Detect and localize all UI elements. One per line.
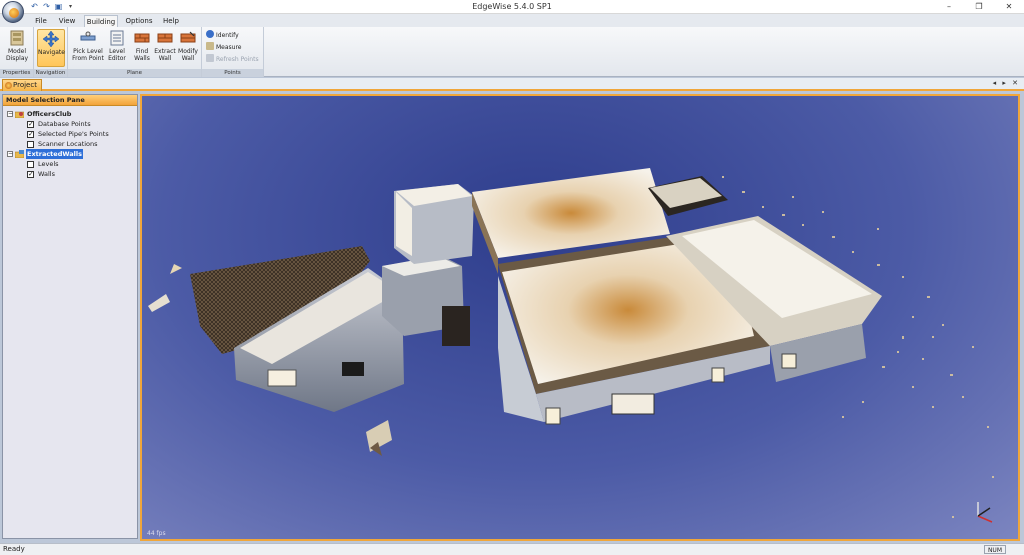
pick-level-icon <box>80 31 96 41</box>
minimize-button[interactable]: – <box>934 0 964 13</box>
measure-button[interactable]: Measure <box>206 42 242 53</box>
modify-wall-label-2: Wall <box>181 55 195 62</box>
checkbox-unchecked[interactable] <box>27 160 34 168</box>
checkbox-checked[interactable]: ✓ <box>27 170 34 178</box>
pick-level-label-2: From Point <box>72 55 104 62</box>
tree-label: Walls <box>38 170 55 178</box>
tree-label: Levels <box>38 160 59 168</box>
project-tab-label: Project <box>13 81 37 89</box>
restore-button[interactable]: ❐ <box>964 0 994 13</box>
collapse-icon[interactable]: − <box>7 151 13 157</box>
checkbox-checked[interactable]: ✓ <box>27 120 34 128</box>
tab-view[interactable]: View <box>56 15 78 27</box>
model-display-button[interactable]: Model Display <box>3 29 31 67</box>
tree-label: Selected Pipe's Points <box>38 130 109 138</box>
fps-counter: 44 fps <box>147 530 166 537</box>
close-button[interactable]: ✕ <box>994 0 1024 13</box>
tree-label: Database Points <box>38 120 91 128</box>
level-editor-button[interactable]: Level Editor <box>106 29 128 67</box>
tree-node-officersclub[interactable]: − OfficersClub <box>3 109 137 119</box>
modify-wall-icon <box>180 31 196 43</box>
identify-button[interactable]: Identify <box>206 30 239 41</box>
extract-wall-button[interactable]: Extract Wall <box>154 29 176 67</box>
model-display-icon <box>10 30 24 46</box>
level-editor-label-2: Editor <box>108 55 126 62</box>
extract-wall-label-1: Extract <box>154 48 176 55</box>
app-logo-icon <box>9 8 19 18</box>
model-display-label-2: Display <box>5 55 29 62</box>
window-title: EdgeWise 5.4.0 SP1 <box>472 2 552 11</box>
tree-node-selected-pipes-points[interactable]: ✓ Selected Pipe's Points <box>3 129 137 139</box>
checkbox-unchecked[interactable] <box>27 140 34 148</box>
group-plane: Pick Level From Point Level Editor Find … <box>68 27 202 77</box>
pick-level-label-1: Pick Level <box>73 48 103 55</box>
application-menu-button[interactable] <box>2 1 24 23</box>
axis-triad <box>977 502 993 523</box>
find-walls-button[interactable]: Find Walls <box>131 29 153 67</box>
tree-node-extractedwalls[interactable]: − ExtractedWalls <box>3 149 137 159</box>
group-label-plane: Plane <box>68 69 201 77</box>
tab-building[interactable]: Building <box>84 15 118 27</box>
tab-strip-controls[interactable]: ◂ ▸ ✕ <box>993 79 1020 87</box>
ruler-icon <box>206 42 214 50</box>
status-text: Ready <box>3 545 25 553</box>
extract-wall-label-2: Wall <box>158 55 172 62</box>
find-walls-label-2: Walls <box>134 55 150 62</box>
level-editor-icon <box>110 30 124 46</box>
find-walls-label-1: Find <box>135 48 149 55</box>
tree-label: ExtractedWalls <box>26 149 84 159</box>
refresh-points-label: Refresh Points <box>216 56 259 63</box>
tree-node-levels[interactable]: Levels <box>3 159 137 169</box>
title-bar: ↶ ↷ ▣ ▾ EdgeWise 5.4.0 SP1 – ❐ ✕ <box>0 0 1024 23</box>
document-tab-strip: Project ◂ ▸ ✕ <box>0 78 1024 91</box>
group-label-properties: Properties <box>0 69 33 77</box>
pane-title: Model Selection Pane <box>3 95 137 106</box>
tab-help[interactable]: Help <box>160 15 182 27</box>
modify-wall-button[interactable]: Modify Wall <box>177 29 199 67</box>
walls-folder-icon <box>15 150 24 158</box>
tree-label: OfficersClub <box>27 110 72 118</box>
database-folder-icon <box>15 111 24 118</box>
navigate-button[interactable]: Navigate <box>37 29 65 67</box>
project-icon <box>5 82 12 89</box>
status-bar: Ready NUM <box>0 543 1024 555</box>
measure-label: Measure <box>216 44 242 51</box>
navigate-arrows-icon <box>42 30 60 48</box>
info-icon <box>206 30 214 38</box>
tree-node-scanner-locations[interactable]: Scanner Locations <box>3 139 137 149</box>
navigate-label: Navigate <box>38 49 65 56</box>
refresh-points-button[interactable]: Refresh Points <box>206 54 259 65</box>
group-properties: Model Display Properties <box>0 27 34 77</box>
num-lock-indicator: NUM <box>983 545 1006 554</box>
3d-viewport[interactable]: 44 fps <box>140 94 1020 541</box>
model-selection-pane: Model Selection Pane − OfficersClub ✓ Da… <box>2 94 138 539</box>
model-display-label-1: Model <box>7 48 26 55</box>
tab-file[interactable]: File <box>30 15 52 27</box>
extract-wall-icon <box>157 33 173 43</box>
tab-project[interactable]: Project <box>2 79 42 91</box>
model-tree: − OfficersClub ✓ Database Points ✓ Selec… <box>3 106 137 179</box>
identify-label: Identify <box>216 32 239 39</box>
group-points: Identify Measure Refresh Points Points <box>202 27 264 77</box>
find-walls-icon <box>134 33 150 43</box>
collapse-icon[interactable]: − <box>7 111 13 117</box>
ribbon: Model Display Properties Navigate Naviga… <box>0 27 1024 77</box>
modify-wall-label-1: Modify <box>178 48 198 55</box>
ribbon-tab-bar: File View Building Options Help <box>0 14 1024 27</box>
tree-label: Scanner Locations <box>38 140 98 148</box>
point-cloud-render <box>148 168 994 523</box>
tree-node-database-points[interactable]: ✓ Database Points <box>3 119 137 129</box>
checkbox-checked[interactable]: ✓ <box>27 130 34 138</box>
group-label-navigation: Navigation <box>34 69 67 77</box>
pick-level-from-point-button[interactable]: Pick Level From Point <box>70 29 106 67</box>
group-label-points: Points <box>202 69 263 77</box>
tab-options[interactable]: Options <box>124 15 154 27</box>
refresh-icon <box>206 54 214 62</box>
tree-node-walls[interactable]: ✓ Walls <box>3 169 137 179</box>
level-editor-label-1: Level <box>109 48 125 55</box>
group-navigation: Navigate Navigation <box>34 27 68 77</box>
